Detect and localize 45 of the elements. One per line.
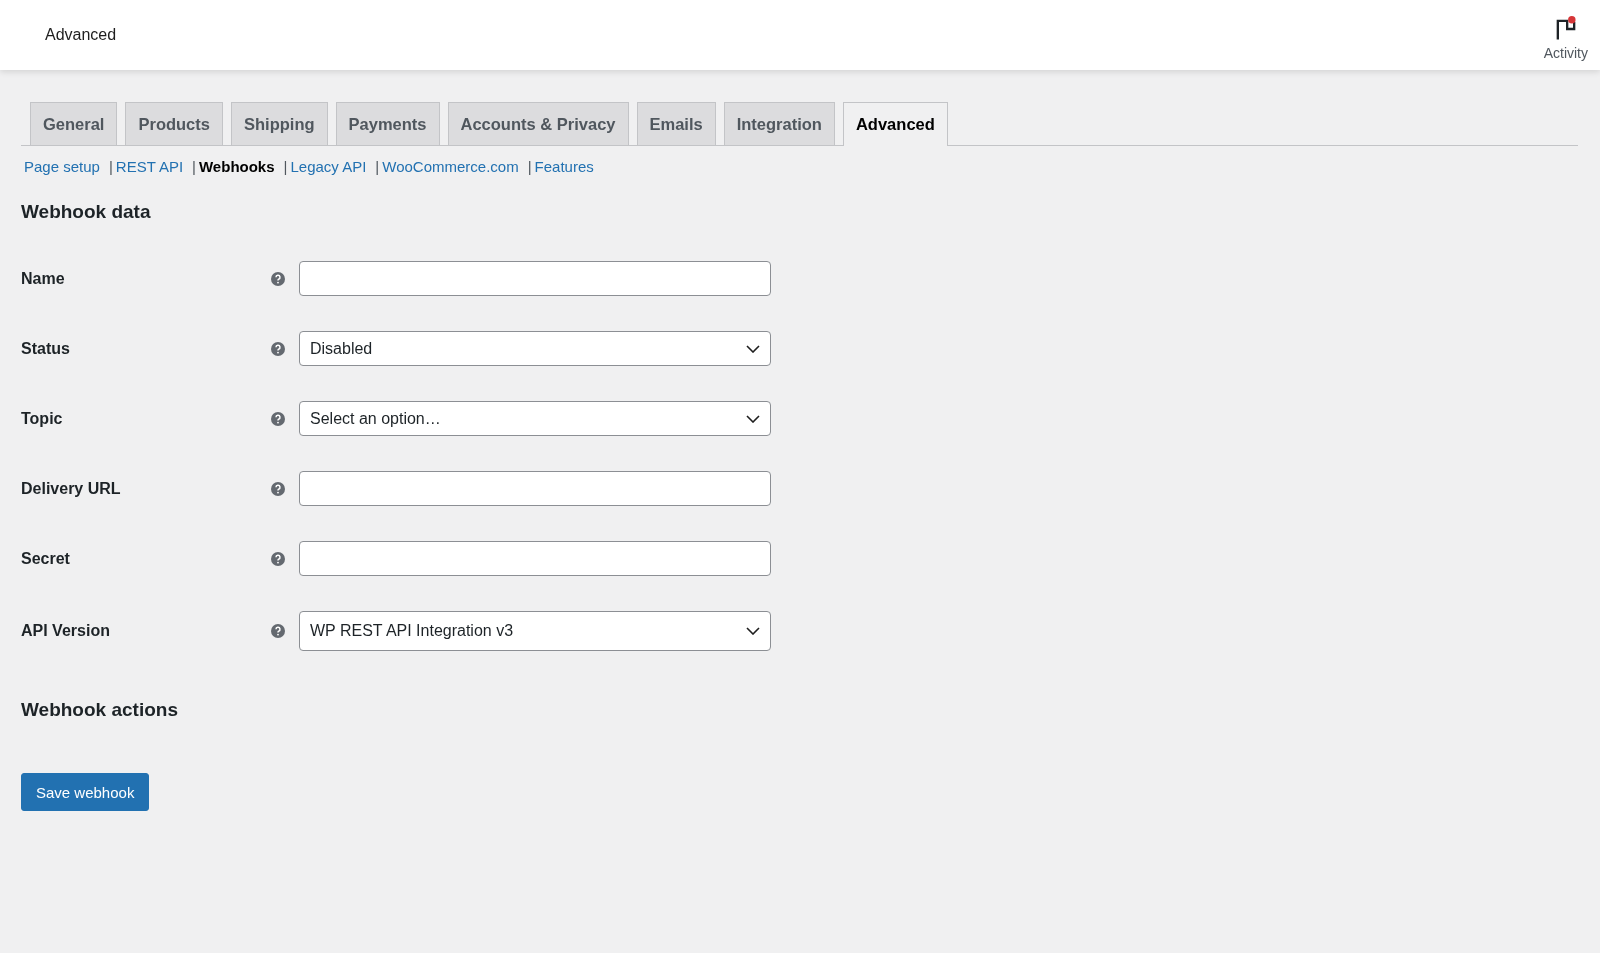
settings-tab[interactable]: Accounts & Privacy: [447, 102, 629, 145]
help-icon[interactable]: [271, 271, 285, 286]
subsection-link[interactable]: Webhooks: [199, 158, 275, 175]
settings-tab[interactable]: Products: [125, 102, 223, 145]
text-field[interactable]: [299, 541, 771, 576]
settings-tab[interactable]: Emails: [636, 102, 716, 145]
settings-tab[interactable]: Integration: [723, 102, 835, 145]
dropdown[interactable]: WP REST API Integration v3: [299, 611, 771, 651]
help-icon[interactable]: [271, 481, 285, 496]
separator: |: [527, 158, 532, 175]
subsection-link[interactable]: Page setup: [24, 158, 100, 175]
dropdown[interactable]: Disabled: [299, 331, 771, 366]
help-icon[interactable]: [271, 411, 285, 426]
settings-tab[interactable]: Payments: [335, 102, 440, 145]
subsection-link[interactable]: Legacy API: [290, 158, 367, 175]
help-icon[interactable]: [271, 624, 285, 638]
chevron-icon: [746, 627, 760, 635]
settings-tab[interactable]: General: [30, 102, 118, 145]
separator: |: [283, 158, 288, 175]
subsection-link[interactable]: Features: [534, 158, 594, 175]
activity-button[interactable]: Activity: [1543, 9, 1588, 61]
section-heading: Webhook data: [21, 201, 152, 223]
section-heading: Webhook actions: [21, 699, 179, 721]
subsection-link[interactable]: WooCommerce.com: [382, 158, 519, 175]
save-button[interactable]: Save webhook: [21, 773, 150, 811]
field-label: API Version: [21, 622, 111, 640]
dropdown[interactable]: Select an option…: [299, 401, 771, 436]
text-field[interactable]: [299, 471, 771, 506]
chevron-icon: [746, 414, 760, 423]
field-label: Delivery URL: [21, 479, 122, 498]
field-label: Topic: [21, 409, 64, 428]
separator: |: [192, 158, 196, 175]
separator: |: [108, 158, 113, 175]
field-label: Name: [21, 269, 66, 288]
help-icon[interactable]: [271, 341, 285, 356]
chevron-icon: [746, 344, 760, 353]
field-label: Secret: [21, 549, 71, 568]
settings-tab[interactable]: Advanced: [842, 102, 948, 146]
settings-tab[interactable]: Shipping: [230, 102, 328, 145]
help-icon[interactable]: [271, 551, 285, 566]
subsection-link[interactable]: REST API: [115, 158, 184, 175]
field-label: Status: [21, 339, 71, 358]
separator: |: [375, 158, 380, 175]
page-title: Advanced: [45, 26, 117, 44]
text-field[interactable]: [299, 261, 771, 296]
